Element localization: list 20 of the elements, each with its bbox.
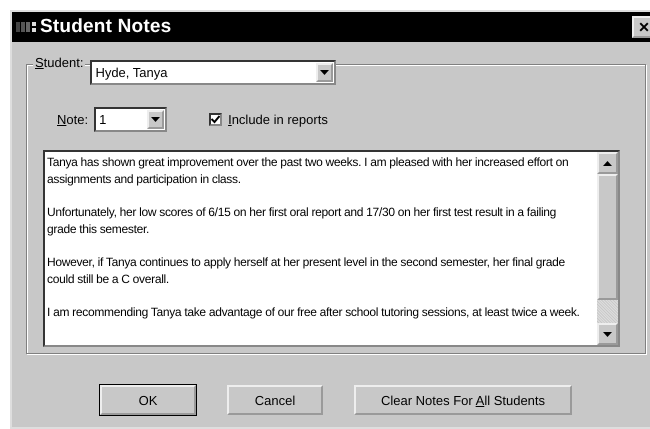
scroll-thumb[interactable] [597,174,618,300]
dialog-button[interactable]: Clear Notes For All Students [354,385,572,415]
scroll-up-icon[interactable] [597,152,618,174]
scroll-bar[interactable] [597,152,618,345]
dialog-button[interactable]: Cancel [227,385,323,415]
include-label: Include in reports [226,112,330,127]
notes-text-area[interactable] [43,150,620,347]
window-title: Student Notes [40,16,172,38]
close-button[interactable]: × [632,16,650,38]
dialog-button[interactable]: OK [100,385,196,415]
note-paragraph: However, if Tanya continues to apply herself at her present level in the second semester, her final grade could still be a C overall. [47,254,566,287]
student-label: Student: [33,55,86,70]
note-paragraph: Unfortunately, her low scores of 6/15 on her first oral report and 17/30 on her first test result in a failing grade this semester. [47,204,558,237]
scroll-down-icon[interactable] [597,323,618,345]
include-checkbox[interactable] [209,113,222,126]
app-icon [16,19,38,35]
note-paragraph: I am recommending Tanya take advantage of our free after school tutoring sessions, at least twice a week. [47,304,581,320]
note-paragraph: Tanya has shown great improvement over the past two weeks. I am pleased with her increased effort on assignments and participation in class. [47,154,570,187]
student-dropdown[interactable]: Hyde, Tanya [90,60,336,85]
note-dropdown[interactable]: 1 [94,107,168,132]
